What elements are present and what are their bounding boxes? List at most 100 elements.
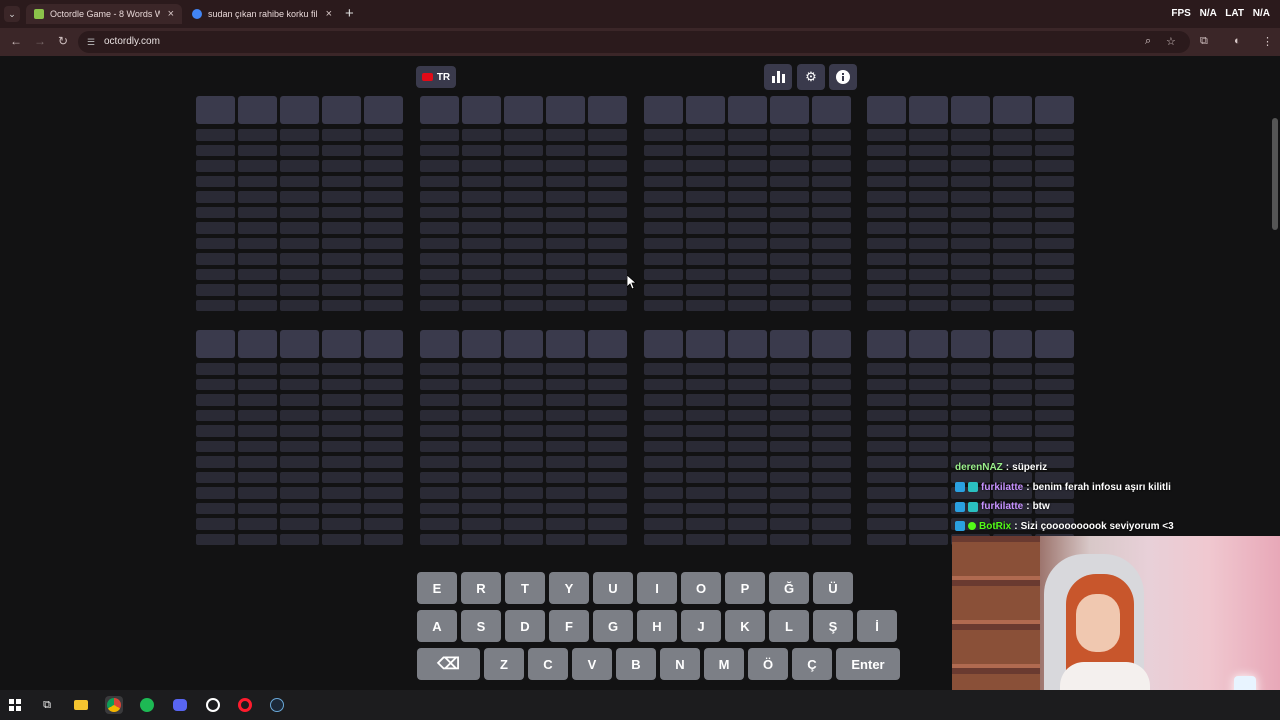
letter-tile — [322, 456, 361, 468]
letter-tile — [951, 144, 990, 156]
letter-tile — [322, 253, 361, 265]
board-row — [420, 487, 628, 499]
key-b[interactable]: B — [616, 648, 656, 680]
windows-start-icon[interactable] — [6, 696, 24, 714]
letter-tile — [951, 425, 990, 437]
letter-tile — [686, 440, 725, 452]
letter-tile — [951, 299, 990, 311]
settings-button[interactable]: ⚙ — [797, 64, 825, 90]
key-k[interactable]: K — [725, 610, 765, 642]
letter-tile — [462, 378, 501, 390]
key-ç[interactable]: Ç — [792, 648, 832, 680]
letter-tile — [322, 487, 361, 499]
key-y[interactable]: Y — [549, 572, 589, 604]
letter-tile — [196, 191, 235, 203]
key-p[interactable]: P — [725, 572, 765, 604]
letter-tile — [238, 533, 277, 545]
lat-label: LAT — [1225, 8, 1244, 19]
letter-tile — [770, 284, 809, 296]
bookmark-star-icon[interactable]: ☆ — [1166, 35, 1176, 48]
letter-tile — [644, 425, 683, 437]
address-bar[interactable]: ☰ octordly.com — [78, 31, 1190, 53]
key-i̇[interactable]: İ — [857, 610, 897, 642]
key-ö[interactable]: Ö — [748, 648, 788, 680]
key-l[interactable]: L — [769, 610, 809, 642]
key-z[interactable]: Z — [484, 648, 524, 680]
key-n[interactable]: N — [660, 648, 700, 680]
extensions-icon[interactable]: ⧉ — [1200, 35, 1208, 48]
new-tab-button[interactable]: + — [345, 5, 354, 22]
key-i[interactable]: I — [637, 572, 677, 604]
letter-tile — [364, 330, 403, 358]
key-r[interactable]: R — [461, 572, 501, 604]
letter-tile — [588, 456, 627, 468]
letter-tile — [420, 284, 459, 296]
letter-tile — [728, 487, 767, 499]
letter-tile — [462, 253, 501, 265]
key-h[interactable]: H — [637, 610, 677, 642]
key-f[interactable]: F — [549, 610, 589, 642]
board-row — [867, 284, 1075, 296]
discord-icon[interactable] — [171, 696, 189, 714]
letter-tile — [588, 284, 627, 296]
back-arrow-icon[interactable]: ← — [10, 34, 22, 48]
tab-google-search[interactable]: sudan çıkan rahibe korku filmi - × — [184, 4, 340, 24]
close-tab-icon[interactable]: × — [168, 8, 174, 20]
key-j[interactable]: J — [681, 610, 721, 642]
site-info-icon[interactable]: ☰ — [87, 31, 95, 53]
steam-icon[interactable] — [268, 696, 286, 714]
info-button[interactable] — [829, 64, 857, 90]
chrome-icon[interactable] — [105, 696, 123, 714]
letter-tile — [812, 487, 851, 499]
page-scrollbar[interactable] — [1272, 118, 1278, 230]
key-ş[interactable]: Ş — [813, 610, 853, 642]
key-t[interactable]: T — [505, 572, 545, 604]
tab-octordle[interactable]: Octordle Game - 8 Words Wordle × — [26, 4, 182, 24]
letter-tile — [909, 425, 948, 437]
key-c[interactable]: C — [528, 648, 568, 680]
letter-tile — [867, 160, 906, 172]
enter-key[interactable]: Enter — [836, 648, 900, 680]
key-o[interactable]: O — [681, 572, 721, 604]
language-button[interactable]: TR — [416, 66, 456, 88]
key-m[interactable]: M — [704, 648, 744, 680]
reload-icon[interactable]: ↻ — [58, 34, 68, 48]
letter-tile — [420, 471, 459, 483]
stats-button[interactable] — [764, 64, 792, 90]
gaming-app-icon[interactable] — [204, 696, 222, 714]
letter-tile — [462, 363, 501, 375]
letter-tile — [728, 330, 767, 358]
opera-icon[interactable] — [236, 696, 254, 714]
backspace-key[interactable]: ⌫ — [417, 648, 480, 680]
letter-tile — [812, 144, 851, 156]
key-g[interactable]: G — [593, 610, 633, 642]
key-u[interactable]: U — [593, 572, 633, 604]
forward-arrow-icon[interactable]: → — [34, 34, 46, 48]
key-s[interactable]: S — [461, 610, 501, 642]
letter-tile — [364, 533, 403, 545]
key-a[interactable]: A — [417, 610, 457, 642]
letter-tile — [364, 222, 403, 234]
close-tab-icon[interactable]: × — [326, 8, 332, 20]
letter-tile — [196, 487, 235, 499]
letter-tile — [951, 253, 990, 265]
tab-search-button[interactable]: ⌄ — [4, 6, 20, 22]
letter-tile — [280, 268, 319, 280]
profile-icon[interactable]: ◐ — [1234, 35, 1241, 47]
key-ü[interactable]: Ü — [813, 572, 853, 604]
letter-tile — [546, 456, 585, 468]
key-ğ[interactable]: Ğ — [769, 572, 809, 604]
spotify-icon[interactable] — [138, 696, 156, 714]
board-row — [196, 533, 404, 545]
letter-tile — [504, 487, 543, 499]
letter-tile — [993, 440, 1032, 452]
zoom-icon[interactable]: ⌕ — [1145, 35, 1151, 48]
key-e[interactable]: E — [417, 572, 457, 604]
menu-kebab-icon[interactable]: ⋮ — [1262, 35, 1273, 48]
key-d[interactable]: D — [505, 610, 545, 642]
letter-tile — [909, 144, 948, 156]
letter-tile — [462, 222, 501, 234]
task-view-icon[interactable]: ⧉ — [38, 696, 56, 714]
file-explorer-icon[interactable] — [72, 696, 90, 714]
key-v[interactable]: V — [572, 648, 612, 680]
